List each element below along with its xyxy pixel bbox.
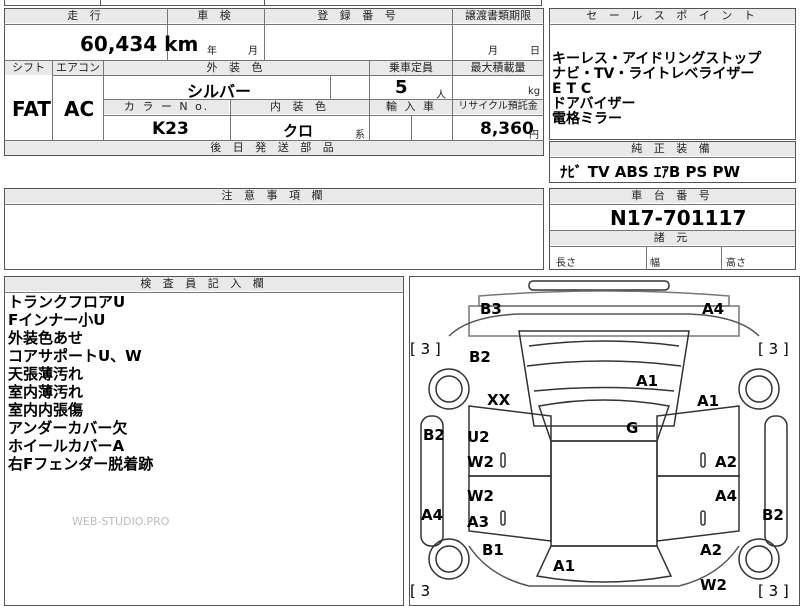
interior-color-value: クロ (283, 122, 314, 140)
aircon-value: AC (64, 97, 95, 121)
recycle-header: リサイクル預託金 (453, 100, 543, 114)
mark-w2-left1: W2 (467, 453, 494, 471)
mark-a2-right1: A2 (715, 453, 738, 471)
transfer-month: 月 (488, 46, 498, 57)
mark-u2: U2 (467, 428, 490, 446)
inspector-notes: トランクフロアU Fインナー小U 外装色あせ コアサポートU、W 天張薄汚れ 室… (8, 293, 153, 473)
top-strip-mid (100, 0, 265, 6)
mileage-header: 走 行 (5, 9, 167, 23)
top-strip-right (264, 0, 542, 6)
color-no-header: カ ラ ー N o. (104, 100, 229, 114)
selling-point: 電格ミラー (552, 111, 622, 127)
shift-header: シフト (5, 61, 52, 75)
transfer-header: 譲渡書類期限 (453, 9, 543, 23)
inspector-note: 右Fフェンダー脱着跡 (8, 455, 154, 473)
interior-suffix: 系 (355, 130, 365, 141)
inspection-month: 月 (248, 46, 258, 57)
aircon-header: エアコン (53, 61, 103, 75)
mark-tire-bl: [ 3 (410, 582, 431, 600)
mileage-value: 60,434 km (80, 32, 199, 56)
selling-point: キーレス・アイドリングストップ (552, 51, 762, 67)
inspector-note: 外装色あせ (8, 329, 84, 347)
capacity-value: 5 (395, 77, 408, 98)
inspector-note: 室内薄汚れ (8, 383, 84, 401)
notes-header: 注 意 事 項 欄 (5, 189, 543, 203)
registration-header: 登 録 番 号 (265, 9, 452, 23)
dims-length: 長さ (556, 258, 576, 269)
inspector-note: トランクフロアU (8, 293, 126, 311)
selling-point: ドアバイザー (552, 96, 636, 112)
equipment-items: ﾅﾋﾞ TV ABS ｴｱB PS PW (560, 163, 741, 181)
selling-point: E T C (552, 81, 592, 97)
inspector-note: 室内内張傷 (8, 401, 84, 419)
recycle-unit: 円 (529, 130, 539, 141)
inspector-note: 天張薄汚れ (8, 365, 84, 383)
mark-a2-right2: A2 (700, 541, 723, 559)
mark-g: G (626, 419, 639, 437)
mark-b2-left: B2 (423, 426, 445, 444)
max-load-header: 最大積載量 (453, 61, 543, 75)
inspector-note: Fインナー小U (8, 311, 106, 329)
selling-points-header: セ ー ル ス ポ イ ン ト (550, 9, 795, 23)
spec-table (4, 8, 544, 156)
exterior-color-header: 外 装 色 (104, 61, 369, 75)
mark-a4-top: A4 (702, 300, 725, 318)
capacity-header: 乗車定員 (370, 61, 452, 75)
mark-tire-br: [ 3 ] (758, 582, 789, 600)
equipment-header: 純 正 装 備 (550, 142, 795, 156)
inspection-year: 年 (207, 46, 217, 57)
interior-color-header: 内 装 色 (231, 100, 369, 114)
selling-point: ナビ・TV・ライトレベライザー (552, 66, 755, 82)
inspector-note: ホイールカバーA (8, 437, 125, 455)
top-strip-left (4, 0, 101, 6)
mark-b2-top: B2 (469, 348, 491, 366)
mark-a1-right: A1 (697, 392, 720, 410)
chassis-header: 車 台 番 号 (550, 189, 795, 203)
mark-w2-bottom: W2 (700, 576, 727, 594)
mark-b3: B3 (480, 300, 502, 318)
later-parts-header: 後 日 発 送 部 品 (5, 141, 543, 155)
selling-points-list: キーレス・アイドリングストップ ナビ・TV・ライトレベライザー E T C ドア… (552, 52, 761, 127)
dims-width: 幅 (650, 258, 660, 269)
mark-a3: A3 (467, 513, 490, 531)
dims-header: 諸 元 (550, 231, 795, 245)
mark-tire-tl: [ 3 ] (410, 340, 441, 358)
mark-a4-right: A4 (715, 487, 738, 505)
import-header: 輸 入 車 (370, 100, 452, 114)
mark-a1-roof: A1 (636, 372, 659, 390)
inspector-note: アンダーカバー欠 (8, 419, 128, 437)
mark-xx: XX (487, 391, 511, 409)
mark-tire-tr: [ 3 ] (758, 340, 789, 358)
max-load-unit: kg (528, 86, 541, 97)
inspection-header: 車 検 (168, 9, 264, 23)
dims-height: 高さ (726, 258, 746, 269)
chassis-number: N17-701117 (610, 206, 747, 230)
watermark: WEB-STUDIO.PRO (72, 515, 170, 528)
transfer-day: 日 (530, 46, 540, 57)
mark-b1: B1 (482, 541, 504, 559)
recycle-value: 8,360 (480, 119, 534, 139)
mark-a1-bottom: A1 (553, 557, 576, 575)
inspector-header: 検 査 員 記 入 欄 (5, 277, 403, 291)
mark-w2-left2: W2 (467, 487, 494, 505)
inspector-note: コアサポートU、W (8, 347, 142, 365)
mark-b2-right: B2 (762, 506, 784, 524)
mark-a4-left: A4 (421, 506, 444, 524)
color-no-value: K23 (152, 119, 189, 139)
shift-value: FAT (12, 97, 51, 121)
